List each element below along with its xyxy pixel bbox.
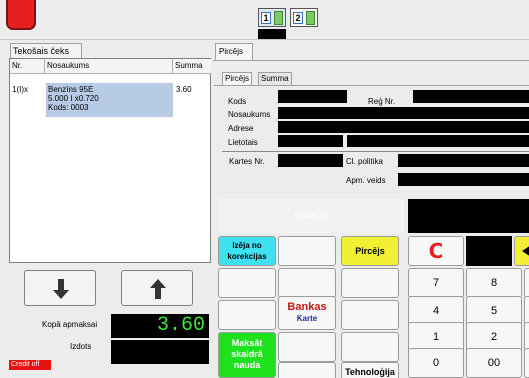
subtab-divider: [214, 85, 529, 86]
empty-key-2[interactable]: [218, 268, 276, 298]
row-nr: 1(I)x: [12, 85, 28, 94]
name-field[interactable]: [278, 107, 529, 119]
key-spacer: [466, 236, 512, 266]
column-header-nr: Nr.: [10, 59, 45, 74]
reg-nr-label: Reģ Nr.: [368, 97, 396, 106]
menu-button[interactable]: [6, 0, 36, 30]
exit-correction-button[interactable]: Izēja no korekcijas: [218, 236, 276, 266]
pump-icon: [274, 11, 283, 25]
keypad-display: [408, 199, 529, 233]
empty-key-3[interactable]: [278, 268, 336, 298]
cl-policy-label: Cl. politika: [346, 157, 383, 166]
key-7[interactable]: 7: [408, 268, 464, 298]
pos-tab-2-number: 2: [293, 12, 303, 24]
key-8[interactable]: 8: [466, 268, 522, 298]
code-label: Kods: [228, 97, 247, 106]
column-header-sum: Summa: [173, 59, 211, 74]
arrow-left-icon: [521, 246, 529, 256]
row-name-line3: Kods: 0003: [48, 103, 89, 112]
scroll-down-button[interactable]: [24, 270, 96, 306]
subtab-customer[interactable]: Pircējs: [222, 72, 253, 85]
total-display: 3.60: [111, 314, 209, 338]
table-row[interactable]: 1(I)x Benzīns 95E 5.000 I x0.720 Kods: 0…: [10, 83, 212, 117]
empty-key-8[interactable]: [278, 362, 336, 378]
change-label: Izdots: [70, 342, 92, 351]
pay-cash-button[interactable]: Maksāt skaidrā nauda: [218, 332, 276, 378]
backspace-button[interactable]: [514, 236, 529, 266]
cl-policy-field[interactable]: [398, 154, 529, 167]
change-display: [111, 340, 209, 364]
correction-button[interactable]: Korekcija: [218, 199, 404, 233]
empty-key-9[interactable]: [341, 332, 399, 362]
card-nr-field[interactable]: [278, 154, 343, 167]
buyer-button[interactable]: Pircējs: [341, 236, 399, 266]
key-00[interactable]: 00: [466, 348, 522, 378]
empty-key-7[interactable]: [278, 332, 336, 362]
empty-key-1[interactable]: [278, 236, 336, 266]
pos-tab-1-number: 1: [261, 12, 271, 24]
scroll-up-button[interactable]: [121, 270, 193, 306]
total-label: Kopā apmaksai: [42, 320, 98, 329]
address-field[interactable]: [278, 121, 529, 133]
name-label: Nosaukums: [228, 110, 271, 119]
bank-card-label-2: Karte: [296, 314, 318, 323]
pos-tab-1[interactable]: 1: [258, 8, 286, 27]
key-9[interactable]: [524, 268, 529, 298]
receipt-tab[interactable]: Tekošais čeks: [10, 43, 82, 58]
key-0[interactable]: 0: [408, 348, 464, 378]
pos-window: 1 2 Tekošais čeks Nr. Nosaukums Summa 1(…: [0, 0, 529, 378]
card-nr-label: Kartes Nr.: [229, 157, 265, 166]
subtab-sum[interactable]: Summa: [258, 72, 292, 85]
bank-card-label-1: Bankas: [287, 301, 327, 313]
credit-status-badge: Credit off: [9, 360, 51, 370]
code-field[interactable]: [278, 90, 347, 103]
form-divider: [222, 151, 529, 152]
key-dot[interactable]: [524, 348, 529, 378]
payment-type-label: Apm. veids: [346, 176, 386, 185]
row-name-line1: Benzīns 95E: [48, 85, 94, 94]
receipt-table: Nr. Nosaukums Summa 1(I)x Benzīns 95E 5.…: [9, 58, 211, 263]
pump-icon: [306, 11, 315, 25]
payment-type-field[interactable]: [398, 173, 529, 186]
row-name-line2: 5.000 I x0.720: [48, 94, 99, 103]
row-name: Benzīns 95E 5.000 I x0.720 Kods: 0003: [46, 83, 173, 117]
pos-tab-2[interactable]: 2: [290, 8, 318, 27]
technology-button[interactable]: Tehnoloģija: [341, 362, 399, 378]
user-field-2[interactable]: [347, 135, 529, 147]
clear-button[interactable]: C: [408, 236, 464, 266]
user-label: Lietotais: [228, 138, 258, 147]
arrow-down-icon: [53, 279, 69, 299]
row-sum: 3.60: [176, 85, 192, 94]
address-label: Adrese: [228, 124, 254, 133]
reg-nr-field[interactable]: [413, 90, 529, 103]
empty-key-5[interactable]: [218, 300, 276, 330]
tab-customer[interactable]: Pircējs: [215, 43, 253, 60]
column-header-name: Nosaukums: [45, 59, 173, 74]
arrow-up-icon: [150, 279, 166, 299]
pos-tab-1-indicator: [258, 29, 286, 39]
totals-panel: Kopā apmaksai 3.60 Izdots Credit off: [9, 312, 211, 370]
user-field[interactable]: [278, 135, 343, 147]
bank-card-button[interactable]: Bankas Karte: [278, 296, 336, 330]
empty-key-4[interactable]: [341, 268, 399, 298]
empty-key-6[interactable]: [341, 300, 399, 330]
